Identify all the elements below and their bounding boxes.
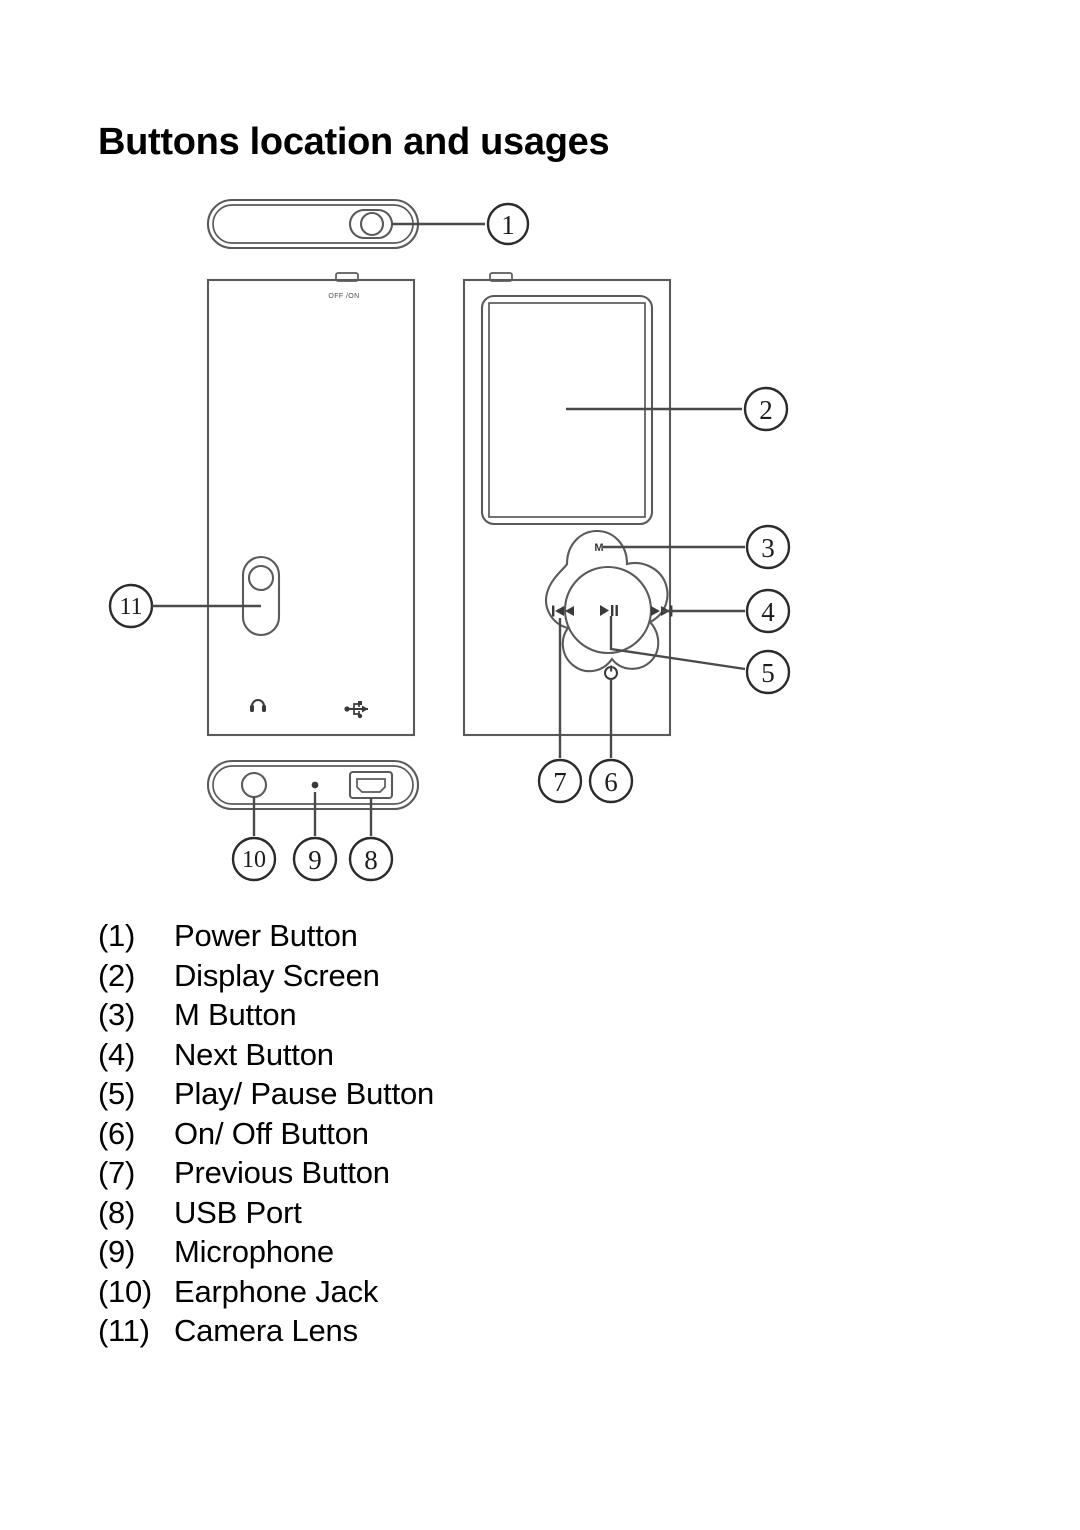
camera-lens — [241, 555, 281, 637]
callout-9: 9 — [292, 792, 338, 882]
usb-icon — [344, 701, 368, 719]
legend-number: (10) — [98, 1273, 152, 1309]
camera-lens-glass — [247, 564, 275, 592]
legend-label: Play/ Pause Button — [174, 1076, 435, 1111]
legend-item-3: (3) M Button — [98, 995, 698, 1035]
callout-7-number: 7 — [553, 767, 567, 797]
back-view-body — [206, 278, 416, 737]
control-pad — [545, 529, 669, 673]
legend-item-11: (11) Camera Lens — [98, 1311, 698, 1351]
callout-2: 2 — [566, 386, 789, 432]
legend-label: Microphone — [174, 1234, 334, 1269]
legend-label: Next Button — [174, 1036, 334, 1072]
bottom-view — [206, 759, 420, 811]
legend-item-8: (8) USB Port — [98, 1193, 698, 1233]
legend-label: Power Button — [174, 918, 358, 953]
previous-button[interactable] — [552, 605, 574, 617]
legend-label: M Button — [174, 997, 297, 1032]
legend-label: On/ Off Button — [174, 1115, 369, 1151]
legend-list: (1) Power Button (2) Display Screen (3) … — [98, 916, 698, 1351]
device-diagram-svg: .ln { fill:none; stroke:#5a5a5a; stroke-… — [108, 198, 791, 882]
callout-8: 8 — [348, 798, 394, 882]
play-pause-button[interactable] — [600, 605, 618, 616]
m-button[interactable]: M — [594, 542, 603, 554]
legend-number: (3) — [98, 997, 135, 1032]
legend-item-10: (10) Earphone Jack — [98, 1272, 698, 1312]
legend-number: (11) — [98, 1313, 150, 1348]
page-title: Buttons location and usages — [98, 121, 610, 164]
front-view: M — [462, 272, 673, 737]
on-off-icon-stem — [610, 665, 613, 672]
legend-number: (4) — [98, 1036, 135, 1072]
callout-4: 4 — [662, 588, 791, 634]
callout-1-number: 1 — [501, 210, 515, 240]
callout-3: 3 — [603, 524, 791, 570]
usb-port-inner — [356, 778, 386, 793]
power-button[interactable] — [348, 208, 394, 240]
legend-label: USB Port — [174, 1194, 302, 1230]
callout-2-number: 2 — [759, 395, 773, 425]
legend-item-4: (4) Next Button — [98, 1035, 698, 1075]
legend-number: (8) — [98, 1194, 135, 1230]
callout-5: 5 — [609, 616, 791, 695]
legend-label: Camera Lens — [174, 1313, 358, 1348]
top-view-outer-shell — [206, 198, 420, 250]
callout-11-number: 11 — [119, 594, 142, 620]
power-switch-track — [348, 208, 394, 240]
legend-number: (6) — [98, 1115, 135, 1151]
callout-4-number: 4 — [761, 597, 775, 627]
callout-5-leader — [609, 616, 746, 671]
callout-3-number: 3 — [761, 533, 775, 563]
earphone-jack[interactable] — [240, 771, 268, 799]
callout-6-number: 6 — [604, 767, 618, 797]
legend-number: (1) — [98, 918, 135, 953]
callout-7: 7 — [537, 618, 583, 804]
callout-9-number: 9 — [308, 845, 322, 875]
on-off-button[interactable] — [604, 665, 618, 680]
legend-number: (5) — [98, 1076, 135, 1111]
legend-item-5: (5) Play/ Pause Button — [98, 1074, 698, 1114]
legend-number: (7) — [98, 1155, 135, 1190]
legend-label: Display Screen — [174, 957, 380, 993]
top-view — [206, 198, 420, 250]
legend-number: (9) — [98, 1234, 135, 1269]
back-view: OFF /ON — [206, 272, 416, 737]
power-switch-knob — [359, 211, 385, 237]
callout-8-number: 8 — [364, 845, 378, 875]
buttons-location-diagram: .ln { fill:none; stroke:#5a5a5a; stroke-… — [100, 172, 820, 892]
earphone-icon — [250, 699, 266, 712]
legend-item-1: (1) Power Button — [98, 916, 698, 956]
callout-11: 11 — [108, 583, 261, 629]
legend-number: (2) — [98, 957, 135, 993]
back-view-off-on-label: OFF /ON — [328, 293, 359, 300]
legend-item-2: (2) Display Screen — [98, 956, 698, 996]
callout-10-number: 10 — [242, 847, 266, 873]
legend-item-9: (9) Microphone — [98, 1232, 698, 1272]
front-view-body — [462, 278, 672, 737]
microphone[interactable] — [311, 781, 319, 789]
m-button-label: M — [594, 542, 603, 554]
legend-label: Previous Button — [174, 1155, 390, 1190]
camera-lens-housing — [241, 555, 281, 637]
legend-item-7: (7) Previous Button — [98, 1153, 698, 1193]
callout-6: 6 — [588, 679, 634, 804]
legend-label: Earphone Jack — [174, 1273, 379, 1309]
usb-port[interactable] — [348, 770, 394, 800]
legend-item-6: (6) On/ Off Button — [98, 1114, 698, 1154]
callout-5-number: 5 — [761, 658, 775, 688]
document-page: Buttons location and usages .ln { fill:n… — [0, 0, 1080, 1530]
